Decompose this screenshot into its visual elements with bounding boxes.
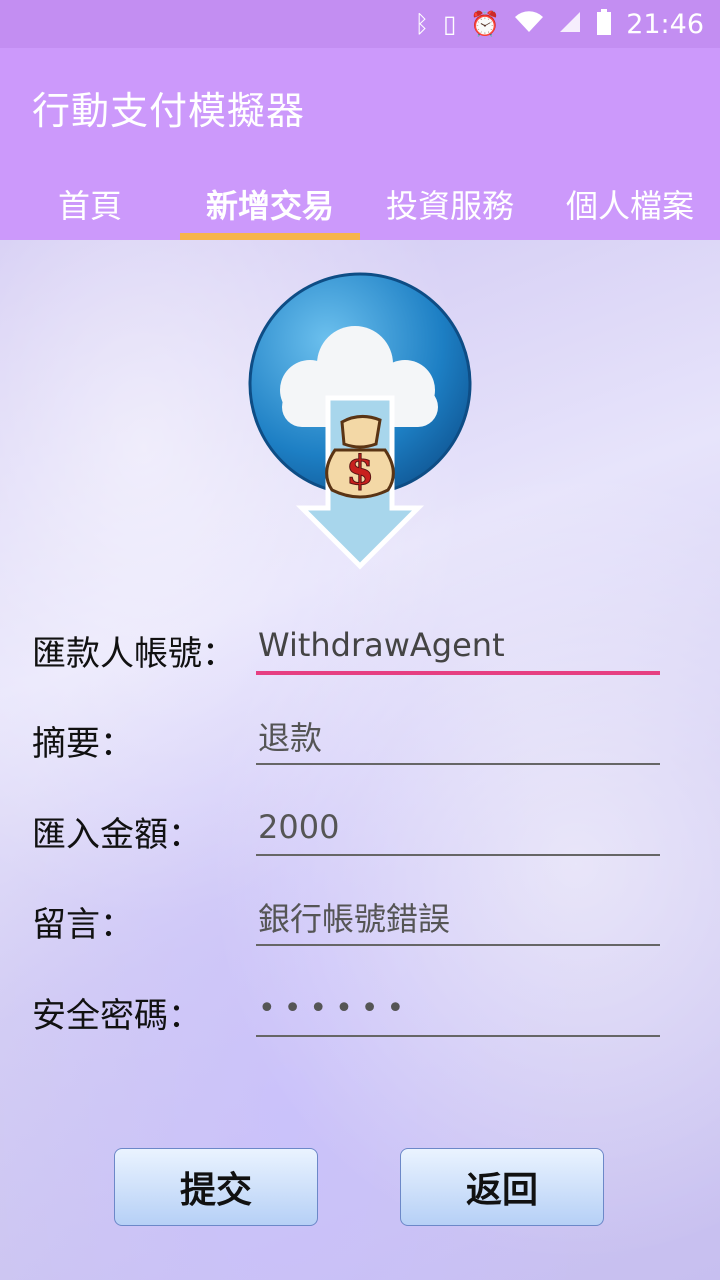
amount-row: 匯入金額： <box>0 796 720 866</box>
amount-label: 匯入金額： <box>32 814 202 855</box>
submit-button[interactable]: 提交 <box>114 1148 318 1226</box>
main-content: $ 匯款人帳號： 摘要： 匯入金額： 留言： 安全密碼： 提交 返回 <box>0 240 720 1280</box>
summary-row: 摘要： <box>0 705 720 775</box>
vibrate-icon: ▯ <box>443 10 457 38</box>
wifi-icon <box>514 10 544 38</box>
payer-account-input[interactable] <box>256 619 660 675</box>
bluetooth-icon: ᛒ <box>414 10 430 38</box>
tab-home[interactable]: 首頁 <box>0 168 180 240</box>
app-title: 行動支付模擬器 <box>32 89 306 133</box>
amount-input[interactable] <box>256 800 660 856</box>
message-label: 留言： <box>32 904 134 945</box>
summary-label: 摘要： <box>32 723 134 764</box>
signal-icon <box>558 10 582 38</box>
alarm-icon: ⏰ <box>470 10 501 38</box>
tab-investment[interactable]: 投資服務 <box>360 168 540 240</box>
back-button[interactable]: 返回 <box>400 1148 604 1226</box>
tab-bar: 首頁 新增交易 投資服務 個人檔案 <box>0 168 720 240</box>
status-bar: ᛒ ▯ ⏰ 21:46 <box>0 0 720 48</box>
cloud-money-download-icon: $ <box>248 272 472 570</box>
message-input[interactable] <box>256 890 660 946</box>
battery-icon <box>596 9 612 39</box>
password-input[interactable] <box>256 981 660 1037</box>
status-time: 21:46 <box>626 8 704 40</box>
svg-text:$: $ <box>346 447 374 494</box>
app-bar: 行動支付模擬器 首頁 新增交易 投資服務 個人檔案 <box>0 48 720 240</box>
payer-account-row: 匯款人帳號： <box>0 615 720 685</box>
tab-new-transaction[interactable]: 新增交易 <box>180 168 360 240</box>
message-row: 留言： <box>0 886 720 956</box>
password-row: 安全密碼： <box>0 977 720 1047</box>
summary-input[interactable] <box>256 709 660 765</box>
tab-profile[interactable]: 個人檔案 <box>540 168 720 240</box>
password-label: 安全密碼： <box>32 995 202 1036</box>
payer-account-label: 匯款人帳號： <box>32 633 236 674</box>
